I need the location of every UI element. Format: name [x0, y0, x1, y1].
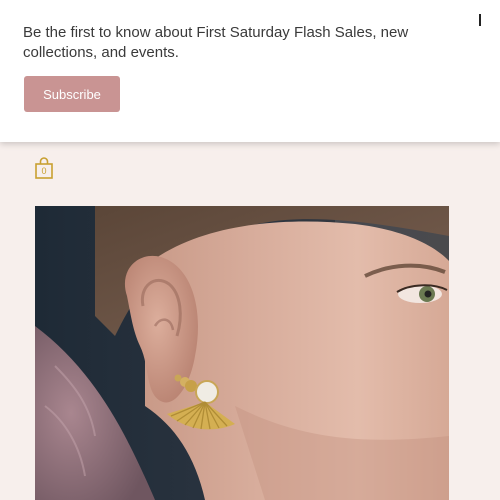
close-icon[interactable] [476, 12, 486, 30]
product-image [35, 206, 449, 500]
newsletter-popup: Be the first to know about First Saturda… [0, 0, 500, 142]
newsletter-message: Be the first to know about First Saturda… [23, 24, 409, 61]
cart-button[interactable]: 0 [34, 156, 56, 180]
subscribe-button[interactable]: Subscribe [24, 76, 120, 112]
cart-count: 0 [41, 166, 47, 176]
earring-photo [35, 206, 449, 500]
